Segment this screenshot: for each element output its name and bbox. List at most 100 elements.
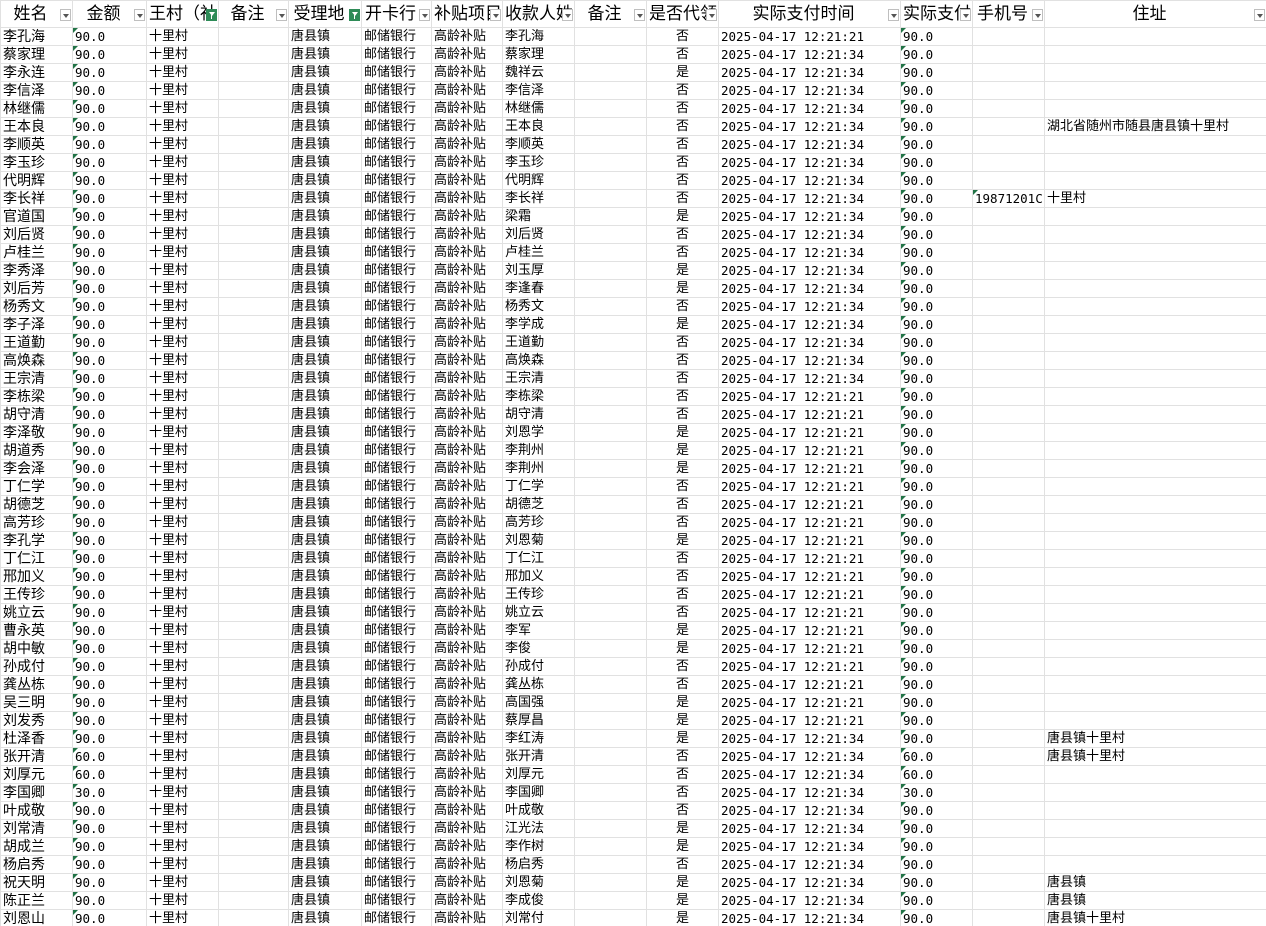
cell-time[interactable]: 2025-04-17 12:21:34 [718,855,901,874]
cell-payee[interactable]: 高芳珍 [502,513,575,532]
cell-bank[interactable]: 邮储银行 [361,837,432,856]
cell-payee[interactable]: 刘玉厚 [502,261,575,280]
cell-amount[interactable]: 90.0 [72,603,147,622]
cell-proxy[interactable]: 是 [646,441,719,460]
cell-village[interactable]: 十里村 [146,621,219,640]
cell-payee[interactable]: 丁仁江 [502,549,575,568]
cell-note[interactable] [218,693,289,712]
cell-name[interactable]: 龚丛栋 [0,675,73,694]
cell-time[interactable]: 2025-04-17 12:21:34 [718,819,901,838]
cell-paid[interactable]: 90.0 [900,315,973,334]
cell-village[interactable]: 十里村 [146,45,219,64]
cell-item[interactable]: 高龄补贴 [431,117,503,136]
cell-bank[interactable]: 邮储银行 [361,855,432,874]
cell-paid[interactable]: 90.0 [900,441,973,460]
cell-note2[interactable] [574,333,647,352]
cell-item[interactable]: 高龄补贴 [431,351,503,370]
cell-time[interactable]: 2025-04-17 12:21:21 [718,477,901,496]
cell-paid[interactable]: 90.0 [900,459,973,478]
cell-village[interactable]: 十里村 [146,405,219,424]
cell-proxy[interactable]: 否 [646,189,719,208]
cell-note2[interactable] [574,369,647,388]
cell-addr[interactable] [1044,279,1266,298]
cell-bank[interactable]: 邮储银行 [361,369,432,388]
cell-note[interactable] [218,99,289,118]
cell-village[interactable]: 十里村 [146,81,219,100]
cell-phone[interactable] [972,171,1045,190]
cell-note2[interactable] [574,423,647,442]
cell-paid[interactable]: 90.0 [900,909,973,926]
cell-bank[interactable]: 邮储银行 [361,423,432,442]
cell-paid[interactable]: 90.0 [900,423,973,442]
cell-paid[interactable]: 90.0 [900,135,973,154]
cell-amount[interactable]: 90.0 [72,117,147,136]
cell-payee[interactable]: 李军 [502,621,575,640]
cell-payee[interactable]: 杨秀文 [502,297,575,316]
cell-name[interactable]: 胡守清 [0,405,73,424]
cell-phone[interactable] [972,459,1045,478]
cell-name[interactable]: 刘发秀 [0,711,73,730]
cell-item[interactable]: 高龄补贴 [431,549,503,568]
cell-name[interactable]: 孙成付 [0,657,73,676]
cell-village[interactable]: 十里村 [146,153,219,172]
cell-phone[interactable] [972,603,1045,622]
column-header[interactable]: 王村（社 [146,0,219,28]
cell-amount[interactable]: 90.0 [72,423,147,442]
cell-payee[interactable]: 叶成敬 [502,801,575,820]
cell-bank[interactable]: 邮储银行 [361,657,432,676]
cell-note[interactable] [218,171,289,190]
cell-paid[interactable]: 90.0 [900,351,973,370]
cell-note2[interactable] [574,495,647,514]
cell-addr[interactable] [1044,171,1266,190]
cell-proxy[interactable]: 否 [646,549,719,568]
cell-paid[interactable]: 90.0 [900,873,973,892]
cell-note2[interactable] [574,855,647,874]
cell-paid[interactable]: 90.0 [900,279,973,298]
cell-proxy[interactable]: 否 [646,135,719,154]
cell-item[interactable]: 高龄补贴 [431,819,503,838]
cell-phone[interactable] [972,207,1045,226]
cell-addr[interactable] [1044,459,1266,478]
cell-paid[interactable]: 90.0 [900,585,973,604]
cell-phone[interactable] [972,873,1045,892]
cell-bank[interactable]: 邮储银行 [361,441,432,460]
cell-name[interactable]: 杨秀文 [0,297,73,316]
cell-time[interactable]: 2025-04-17 12:21:34 [718,333,901,352]
cell-proxy[interactable]: 是 [646,819,719,838]
cell-amount[interactable]: 60.0 [72,765,147,784]
cell-proxy[interactable]: 是 [646,639,719,658]
cell-note[interactable] [218,675,289,694]
cell-village[interactable]: 十里村 [146,297,219,316]
cell-note[interactable] [218,855,289,874]
cell-bank[interactable]: 邮储银行 [361,567,432,586]
cell-addr[interactable] [1044,513,1266,532]
cell-time[interactable]: 2025-04-17 12:21:34 [718,81,901,100]
cell-town[interactable]: 唐县镇 [288,801,362,820]
filter-dropdown-icon[interactable] [276,9,287,21]
cell-amount[interactable]: 90.0 [72,513,147,532]
cell-addr[interactable] [1044,261,1266,280]
cell-bank[interactable]: 邮储银行 [361,495,432,514]
cell-item[interactable]: 高龄补贴 [431,531,503,550]
cell-village[interactable]: 十里村 [146,711,219,730]
cell-payee[interactable]: 胡守清 [502,405,575,424]
cell-town[interactable]: 唐县镇 [288,117,362,136]
cell-proxy[interactable]: 是 [646,873,719,892]
cell-paid[interactable]: 60.0 [900,765,973,784]
cell-payee[interactable]: 孙成付 [502,657,575,676]
cell-note2[interactable] [574,585,647,604]
cell-phone[interactable] [972,153,1045,172]
cell-village[interactable]: 十里村 [146,441,219,460]
cell-time[interactable]: 2025-04-17 12:21:21 [718,603,901,622]
cell-phone[interactable] [972,675,1045,694]
cell-note[interactable] [218,351,289,370]
cell-name[interactable]: 李顺英 [0,135,73,154]
cell-phone[interactable] [972,351,1045,370]
cell-item[interactable]: 高龄补贴 [431,783,503,802]
cell-payee[interactable]: 王本良 [502,117,575,136]
cell-bank[interactable]: 邮储银行 [361,513,432,532]
filter-dropdown-icon[interactable] [60,9,71,21]
cell-addr[interactable] [1044,819,1266,838]
cell-note2[interactable] [574,99,647,118]
cell-name[interactable]: 高焕森 [0,351,73,370]
